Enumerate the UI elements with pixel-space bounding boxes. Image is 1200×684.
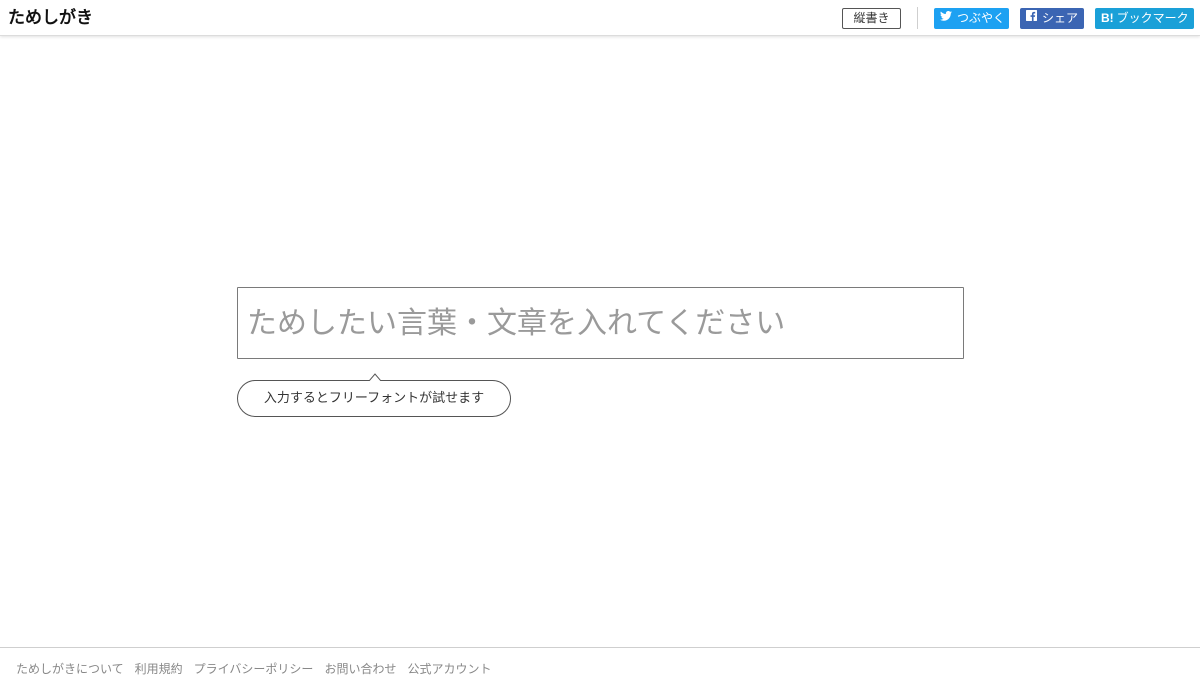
twitter-bird-icon [940, 7, 952, 28]
header-divider [917, 7, 918, 29]
hatena-bookmark-button[interactable]: B! ブックマーク [1095, 8, 1194, 29]
twitter-share-button[interactable]: つぶやく [934, 8, 1009, 29]
hint-bubble: 入力するとフリーフォントが試せます [237, 380, 511, 417]
hatena-bookmark-label: ブックマーク [1116, 11, 1189, 25]
site-logo[interactable]: ためしがき [8, 6, 93, 30]
footer-link-about[interactable]: ためしがきについて [16, 661, 124, 677]
footer-link-official-account[interactable]: 公式アカウント [407, 661, 491, 677]
facebook-f-icon [1026, 7, 1037, 28]
facebook-share-button[interactable]: シェア [1020, 8, 1084, 29]
top-bar: ためしがき 縦書き つぶやく シェア B! ブックマーク [0, 0, 1200, 36]
footer-link-privacy[interactable]: プライバシーポリシー [194, 661, 314, 677]
text-input[interactable] [237, 287, 964, 359]
footer-link-terms[interactable]: 利用規約 [135, 661, 183, 677]
footer: ためしがきについて 利用規約 プライバシーポリシー お問い合わせ 公式アカウント [0, 647, 1200, 684]
vertical-writing-button[interactable]: 縦書き [842, 8, 901, 29]
hatena-bookmark-icon: B! [1101, 11, 1114, 25]
footer-link-contact[interactable]: お問い合わせ [324, 661, 396, 677]
facebook-share-label: シェア [1042, 11, 1079, 25]
bubble-tail [369, 373, 381, 381]
twitter-share-label: つぶやく [957, 11, 1006, 25]
footer-links: ためしがきについて 利用規約 プライバシーポリシー お問い合わせ 公式アカウント [16, 661, 502, 677]
